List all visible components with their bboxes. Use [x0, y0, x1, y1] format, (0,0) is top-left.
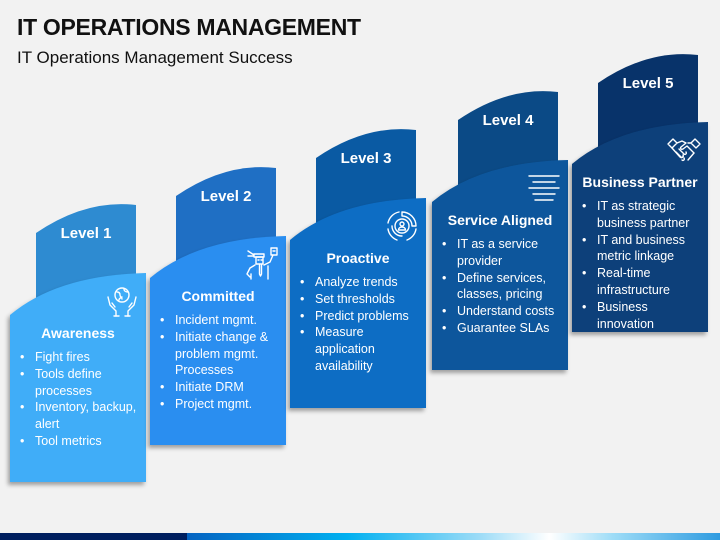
- level-label: Level 3: [340, 150, 392, 167]
- level-bullet-item: Analyze trends: [298, 274, 420, 291]
- level-bullet-item: Measure application availability: [298, 324, 420, 374]
- level-bullet-list: Fight firesTools define processesInvento…: [18, 349, 140, 450]
- user-target-icon: [384, 208, 420, 244]
- level-bullet-item: Business innovation: [580, 299, 702, 333]
- level-label: Level 5: [622, 75, 674, 92]
- level-bullet-item: Tools define processes: [18, 366, 140, 400]
- committed-worker-icon: [244, 246, 280, 282]
- level-bullet-item: Initiate change & problem mgmt. Processe…: [158, 329, 280, 379]
- level-bullet-item: Incident mgmt.: [158, 312, 280, 329]
- level-bullet-item: IT as strategic business partner: [580, 198, 702, 232]
- globe-in-hands-icon: [104, 283, 140, 319]
- level-bullet-item: IT and business metric linkage: [580, 232, 702, 266]
- level-bullet-item: Fight fires: [18, 349, 140, 366]
- level-title: Service Aligned: [447, 212, 553, 228]
- level-bullet-item: Tool metrics: [18, 433, 140, 450]
- handshake-icon: [666, 132, 702, 168]
- level-title: Proactive: [326, 250, 390, 266]
- footer-dark-segment: [0, 533, 187, 540]
- level-label: Level 1: [60, 225, 112, 242]
- level-title: Business Partner: [582, 174, 698, 190]
- level-bullet-item: Inventory, backup, alert: [18, 399, 140, 433]
- level-bullet-item: Guarantee SLAs: [440, 320, 562, 337]
- level-title: Committed: [181, 288, 255, 304]
- level-bullet-item: IT as a service provider: [440, 236, 562, 270]
- level-bullet-list: IT as strategic business partnerIT and b…: [580, 198, 702, 332]
- level-bullet-list: Incident mgmt.Initiate change & problem …: [158, 312, 280, 413]
- level-bullet-list: IT as a service providerDefine services,…: [440, 236, 562, 337]
- level-title: Awareness: [41, 325, 115, 341]
- level-label: Level 4: [482, 112, 534, 129]
- level-bullet-item: Understand costs: [440, 303, 562, 320]
- level-label: Level 2: [200, 188, 252, 205]
- level-bullet-list: Analyze trendsSet thresholdsPredict prob…: [298, 274, 420, 375]
- level-bullet-item: Define services, classes, pricing: [440, 270, 562, 304]
- level-bullet-item: Project mgmt.: [158, 396, 280, 413]
- footer-gradient-segment: [187, 533, 720, 540]
- level-bullet-item: Predict problems: [298, 308, 420, 325]
- level-bullet-item: Set thresholds: [298, 291, 420, 308]
- level-bullet-item: Real-time infrastructure: [580, 265, 702, 299]
- footer-bar: [0, 533, 720, 540]
- level-bullet-item: Initiate DRM: [158, 379, 280, 396]
- align-center-lines-icon: [526, 170, 562, 206]
